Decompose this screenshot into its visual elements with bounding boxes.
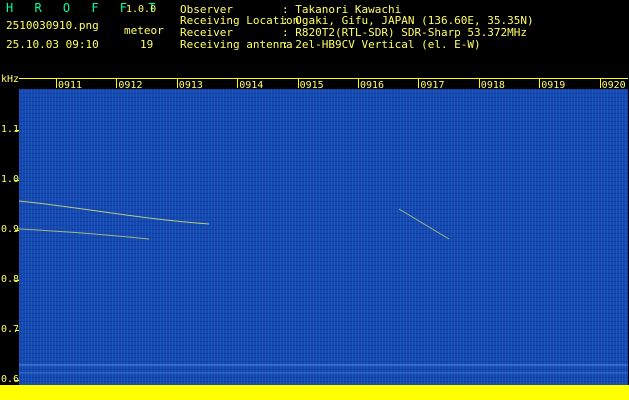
date-time: 25.10.03 09:10 bbox=[6, 38, 99, 51]
meteor-label: meteor bbox=[124, 24, 164, 37]
spectrogram bbox=[19, 89, 628, 386]
time-tick-mark bbox=[297, 79, 299, 88]
header-panel: H R O F F T 1.0.0 2510030910.png meteor … bbox=[0, 0, 629, 74]
time-tick-mark bbox=[358, 79, 359, 88]
time-tick-mark bbox=[56, 79, 57, 88]
time-tick-mark bbox=[237, 79, 239, 88]
info-value-antenna: : 2el-HB9CV Vertical (el. E-W) bbox=[282, 38, 481, 51]
info-label-antenna: Receiving antenna bbox=[180, 38, 293, 51]
time-tick-mark bbox=[599, 79, 601, 88]
meteor-trace bbox=[398, 208, 450, 240]
time-tick-mark bbox=[176, 79, 178, 88]
meteor-trace bbox=[19, 228, 150, 240]
time-axis-line bbox=[19, 78, 628, 79]
spectrogram-traces bbox=[19, 200, 628, 374]
time-tick-mark bbox=[539, 79, 541, 88]
signal-baseline bbox=[0, 385, 629, 400]
time-tick-mark bbox=[116, 79, 118, 88]
y-axis-unit: kHz bbox=[1, 74, 20, 85]
time-tick-mark bbox=[418, 79, 420, 88]
meteor-count: 19 bbox=[140, 38, 154, 51]
time-tick-mark bbox=[478, 79, 480, 88]
file-name: 2510030910.png bbox=[6, 19, 99, 32]
meteor-trace bbox=[19, 200, 210, 225]
app-version: 1.0.0 bbox=[126, 4, 157, 15]
